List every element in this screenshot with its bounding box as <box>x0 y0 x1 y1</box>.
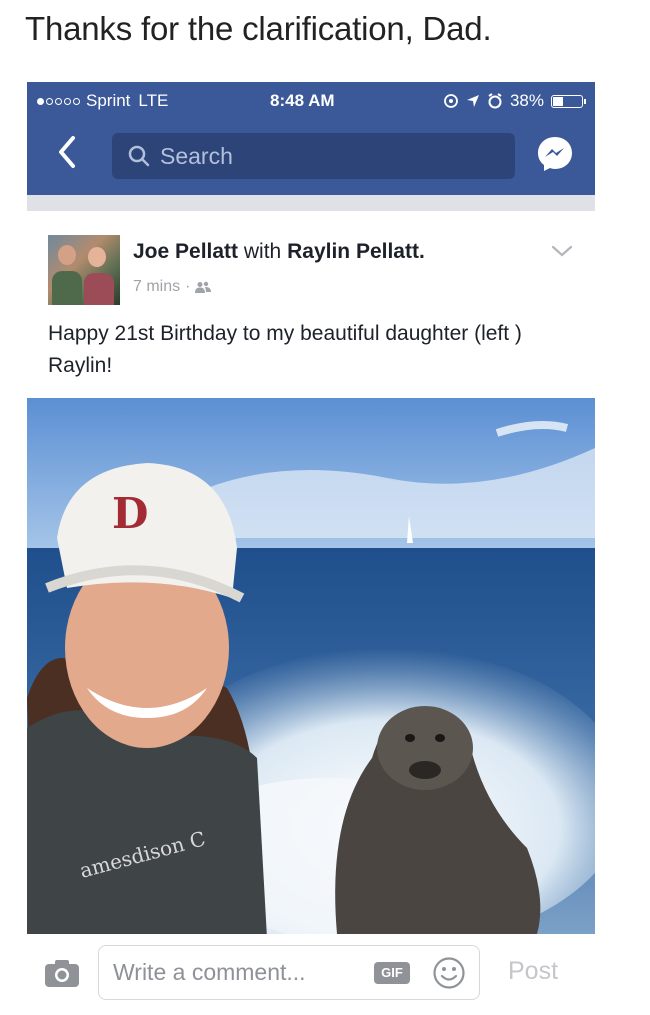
status-time: 8:48 AM <box>270 91 335 110</box>
feed-divider <box>27 195 595 211</box>
network-type: LTE <box>138 91 169 110</box>
comment-placeholder: Write a comment... <box>113 959 306 985</box>
post-time[interactable]: 7 mins <box>133 278 180 296</box>
chevron-down-icon[interactable] <box>551 244 573 258</box>
post-button[interactable]: Post <box>508 957 558 986</box>
meta-separator: · <box>185 278 191 295</box>
search-placeholder: Search <box>160 142 233 169</box>
post-photo[interactable]: D amesdison C <box>27 398 595 934</box>
search-input[interactable]: Search <box>112 133 515 179</box>
status-bar: Sprint LTE 8:48 AM 38% <box>27 82 595 118</box>
meme-caption: Thanks for the clarification, Dad. <box>25 10 492 47</box>
signal-icon <box>37 97 80 105</box>
status-right: 38% <box>443 91 586 111</box>
chevron-left-icon[interactable] <box>53 134 81 170</box>
battery-icon <box>551 94 586 108</box>
comment-input[interactable]: Write a comment... GIF <box>98 945 480 1000</box>
photo-illustration: D amesdison C <box>27 398 595 934</box>
svg-text:D: D <box>112 489 148 538</box>
avatar[interactable] <box>48 235 120 305</box>
carrier-name: Sprint <box>86 91 131 110</box>
with-word: with <box>243 240 282 263</box>
facebook-header: Sprint LTE 8:48 AM 38% Search <box>27 82 595 195</box>
nav-row: Search <box>27 126 595 182</box>
battery-percent: 38% <box>509 91 544 110</box>
location-lock-icon <box>444 94 458 108</box>
alarm-icon <box>488 93 502 109</box>
camera-icon[interactable] <box>44 958 80 988</box>
tagged-name[interactable]: Raylin Pellatt. <box>287 240 425 263</box>
carrier-info: Sprint LTE <box>37 91 168 111</box>
search-icon <box>128 145 150 167</box>
post-text: Happy 21st Birthday to my beautiful daug… <box>48 322 522 377</box>
author-name[interactable]: Joe Pellatt <box>133 240 238 263</box>
location-arrow-icon <box>466 95 479 107</box>
messenger-icon[interactable] <box>535 134 575 174</box>
gif-icon[interactable]: GIF <box>374 962 410 984</box>
smiley-icon[interactable] <box>432 956 466 990</box>
friends-icon <box>195 281 212 293</box>
post-author-line: Joe Pellatt with Raylin Pellatt. <box>133 240 425 264</box>
post-meta: 7 mins · <box>133 278 212 296</box>
